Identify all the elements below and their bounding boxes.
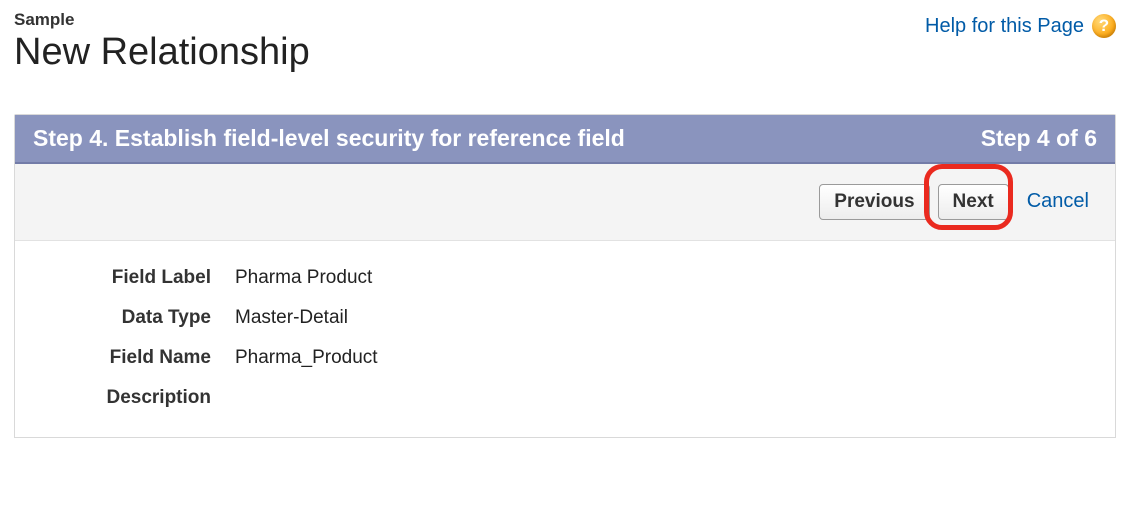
form-row-field-name: Field Name Pharma_Product [35,347,1095,369]
form-value: Pharma Product [235,267,372,289]
form-row-field-label: Field Label Pharma Product [35,267,1095,289]
form-row-data-type: Data Type Master-Detail [35,307,1095,329]
breadcrumb: Sample [14,10,310,30]
action-bar: Previous Next Cancel [15,164,1115,241]
page-title: New Relationship [14,32,310,74]
wizard-step-count: Step 4 of 6 [981,125,1097,152]
help-link[interactable]: Help for this Page ? [925,10,1116,38]
form-value: Pharma_Product [235,347,378,369]
form-label: Description [35,387,235,409]
form-label: Field Label [35,267,235,289]
wizard-panel: Step 4. Establish field-level security f… [14,114,1116,438]
form-body: Field Label Pharma Product Data Type Mas… [15,241,1115,437]
form-label: Field Name [35,347,235,369]
next-button[interactable]: Next [938,184,1009,220]
help-link-label: Help for this Page [925,15,1084,38]
previous-button[interactable]: Previous [819,184,929,220]
form-value: Master-Detail [235,307,348,329]
form-row-description: Description [35,387,1095,409]
wizard-step-title: Step 4. Establish field-level security f… [33,125,625,152]
cancel-link[interactable]: Cancel [1027,190,1089,213]
wizard-header: Step 4. Establish field-level security f… [15,115,1115,164]
help-icon: ? [1092,14,1116,38]
form-label: Data Type [35,307,235,329]
